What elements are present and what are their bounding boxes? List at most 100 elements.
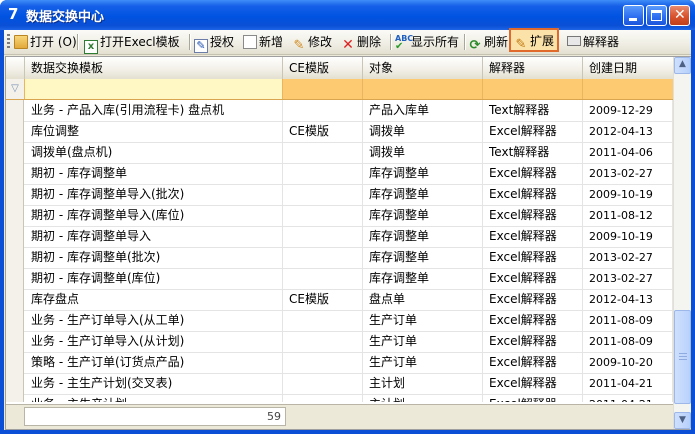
cell-create-date[interactable]: 2013-02-27 [583,163,673,184]
cell-create-date[interactable]: 2011-08-09 [583,310,673,331]
column-header-create-date[interactable]: 创建日期 [583,57,673,79]
row-indicator[interactable] [6,394,24,402]
toolbar-grip[interactable] [7,34,10,50]
cell-object[interactable]: 盘点单 [363,289,483,310]
row-indicator[interactable] [6,289,24,310]
open-button[interactable]: 打开 (O) [14,32,77,52]
cell-create-date[interactable]: 2011-04-21 [583,394,673,402]
show-all-button[interactable]: ABC ✔ 显示所有 [395,32,459,52]
title-bar[interactable]: 7 数据交换中心 ✕ [0,0,695,30]
row-indicator[interactable] [6,352,24,373]
row-indicator[interactable] [6,247,24,268]
cell-interpreter[interactable]: Excel解释器 [483,184,583,205]
cell-object[interactable]: 调拨单 [363,121,483,142]
cell-ce-template[interactable] [283,163,363,184]
table-row[interactable]: 库存盘点 CE模版 盘点单 Excel解释器 2012-04-13 [6,289,673,311]
cell-interpreter[interactable]: Excel解释器 [483,310,583,331]
filter-cell-interpreter[interactable] [483,79,583,99]
cell-template[interactable]: 期初 - 库存调整单导入(批次) [25,184,283,205]
row-indicator[interactable] [6,331,24,352]
cell-template[interactable]: 业务 - 主生产计划(交叉表) [25,373,283,394]
cell-interpreter[interactable]: Excel解释器 [483,331,583,352]
cell-ce-template[interactable]: CE模版 [283,289,363,310]
cell-object[interactable]: 生产订单 [363,310,483,331]
table-row[interactable]: 期初 - 库存调整单(批次) 库存调整单 Excel解释器 2013-02-27 [6,247,673,269]
cell-create-date[interactable]: 2013-02-27 [583,247,673,268]
row-indicator[interactable] [6,205,24,226]
filter-cell-ce-template[interactable] [283,79,363,99]
row-indicator[interactable] [6,373,24,394]
cell-ce-template[interactable] [283,142,363,163]
minimize-button[interactable] [623,5,644,26]
cell-object[interactable]: 库存调整单 [363,247,483,268]
table-row[interactable]: 调拨单(盘点机) 调拨单 Text解释器 2011-04-06 [6,142,673,164]
cell-object[interactable]: 库存调整单 [363,268,483,289]
close-button[interactable]: ✕ [669,5,690,26]
scroll-thumb[interactable] [674,310,691,404]
cell-template[interactable]: 业务 - 产品入库(引用流程卡) 盘点机 [25,100,283,121]
table-row[interactable]: 业务 - 产品入库(引用流程卡) 盘点机 产品入库单 Text解释器 2009-12-… [6,100,673,122]
cell-ce-template[interactable]: CE模版 [283,121,363,142]
cell-object[interactable]: 调拨单 [363,142,483,163]
filter-cell-template[interactable] [25,79,283,99]
row-indicator[interactable] [6,100,24,121]
cell-ce-template[interactable] [283,100,363,121]
cell-ce-template[interactable] [283,394,363,402]
cell-ce-template[interactable] [283,205,363,226]
row-indicator[interactable] [6,268,24,289]
row-indicator[interactable] [6,163,24,184]
cell-ce-template[interactable] [283,310,363,331]
cell-template[interactable]: 期初 - 库存调整单(批次) [25,247,283,268]
cell-interpreter[interactable]: Excel解释器 [483,247,583,268]
cell-object[interactable]: 库存调整单 [363,205,483,226]
cell-interpreter[interactable]: Text解释器 [483,142,583,163]
cell-template[interactable]: 业务 - 生产订单导入(从工单) [25,310,283,331]
column-header-interpreter[interactable]: 解释器 [483,57,583,79]
cell-ce-template[interactable] [283,268,363,289]
table-row[interactable]: 期初 - 库存调整单导入(库位) 库存调整单 Excel解释器 2011-08-12 [6,205,673,227]
cell-interpreter[interactable]: Excel解释器 [483,163,583,184]
filter-funnel-icon[interactable]: ▽ [6,79,25,99]
cell-ce-template[interactable] [283,247,363,268]
cell-create-date[interactable]: 2009-10-19 [583,184,673,205]
new-button[interactable]: 新增 [243,32,283,52]
cell-create-date[interactable]: 2011-08-12 [583,205,673,226]
refresh-button[interactable]: ⟳ 刷新 [468,32,508,53]
cell-create-date[interactable]: 2011-04-21 [583,373,673,394]
cell-interpreter[interactable]: Excel解释器 [483,226,583,247]
table-row[interactable]: 业务 - 主生产计划(交叉表) 主计划 Excel解释器 2011-04-21 [6,373,673,395]
cell-create-date[interactable]: 2011-08-09 [583,331,673,352]
cell-template[interactable]: 库存盘点 [25,289,283,310]
column-header-ce-template[interactable]: CE模版 [283,57,363,79]
cell-create-date[interactable]: 2009-12-29 [583,100,673,121]
scroll-down-button[interactable]: ▼ [674,412,691,429]
table-row[interactable]: 期初 - 库存调整单 库存调整单 Excel解释器 2013-02-27 [6,163,673,185]
cell-object[interactable]: 库存调整单 [363,163,483,184]
authorize-button[interactable]: ✎ 授权 [194,32,234,53]
table-row[interactable]: 库位调整 CE模版 调拨单 Excel解释器 2012-04-13 [6,121,673,143]
maximize-button[interactable] [646,5,667,26]
cell-interpreter[interactable]: Excel解释器 [483,121,583,142]
cell-template[interactable]: 期初 - 库存调整单(库位) [25,268,283,289]
cell-interpreter[interactable]: Excel解释器 [483,289,583,310]
scroll-up-button[interactable]: ▲ [674,57,691,74]
cell-create-date[interactable]: 2012-04-13 [583,289,673,310]
cell-ce-template[interactable] [283,226,363,247]
table-row[interactable]: 业务 - 生产订单导入(从工单) 生产订单 Excel解释器 2011-08-09 [6,310,673,332]
cell-interpreter[interactable]: Excel解释器 [483,352,583,373]
cell-template[interactable]: 库位调整 [25,121,283,142]
table-row[interactable]: 期初 - 库存调整单(库位) 库存调整单 Excel解释器 2013-02-27 [6,268,673,290]
cell-interpreter[interactable]: Excel解释器 [483,268,583,289]
cell-ce-template[interactable] [283,352,363,373]
cell-template[interactable]: 期初 - 库存调整单 [25,163,283,184]
cell-object[interactable]: 主计划 [363,373,483,394]
cell-template[interactable]: 业务 - 生产订单导入(从计划) [25,331,283,352]
cell-ce-template[interactable] [283,184,363,205]
cell-template[interactable]: 期初 - 库存调整单导入 [25,226,283,247]
cell-object[interactable]: 生产订单 [363,352,483,373]
table-row[interactable]: 策略 - 生产订单(订货点产品) 生产订单 Excel解释器 2009-10-20 [6,352,673,374]
table-row[interactable]: 期初 - 库存调整单导入(批次) 库存调整单 Excel解释器 2009-10-19 [6,184,673,206]
cell-create-date[interactable]: 2009-10-20 [583,352,673,373]
cell-object[interactable]: 库存调整单 [363,226,483,247]
cell-template[interactable]: 期初 - 库存调整单导入(库位) [25,205,283,226]
